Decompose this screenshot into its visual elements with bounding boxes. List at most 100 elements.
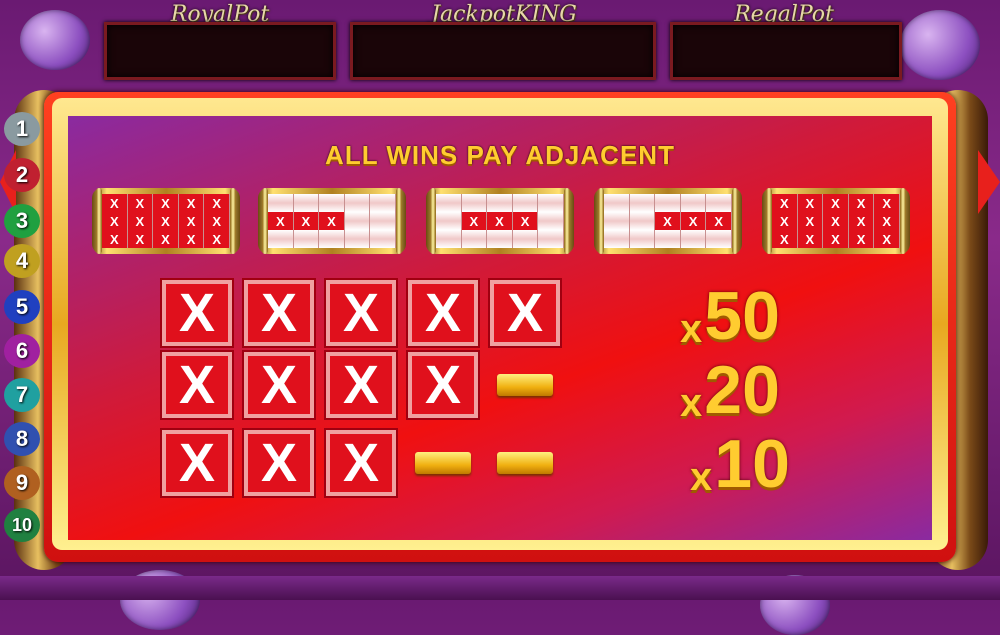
reel-row: XXXXX <box>102 212 230 230</box>
reel-row <box>436 230 564 248</box>
reel-x-symbol: X <box>680 212 707 230</box>
reel-blank-cell <box>629 194 656 212</box>
reel-blank-cell <box>344 230 371 248</box>
reel-x-symbol: X <box>706 212 732 230</box>
reel-cap <box>900 188 906 254</box>
x-symbol: X <box>406 350 480 420</box>
reel-x-symbol: X <box>127 230 154 248</box>
reel-x-symbol: X <box>797 212 824 230</box>
reel-x-symbol: X <box>797 230 824 248</box>
reel-x-symbol: X <box>848 212 875 230</box>
x-symbol: X <box>324 428 398 498</box>
multiplier-prefix: x <box>680 381 703 425</box>
reel-x-symbol: X <box>178 194 205 212</box>
reel-x-symbol: X <box>204 194 230 212</box>
multiplier-value: 50 <box>704 278 780 354</box>
reel-blank-cell <box>344 212 371 230</box>
reel-blank-cell <box>268 194 294 212</box>
reel-row: XXXXX <box>772 230 900 248</box>
x-symbol: X <box>324 350 398 420</box>
payline-number: 8 <box>4 422 40 456</box>
reel-blank-cell <box>629 212 656 230</box>
reel-cap <box>564 188 570 254</box>
reel-window: XXX <box>436 194 564 248</box>
reel-x-symbol: X <box>268 212 294 230</box>
payline-number: 3 <box>4 204 40 238</box>
reel-row: XXX <box>436 212 564 230</box>
reel-x-symbol: X <box>772 230 798 248</box>
reel-row: XXXXX <box>772 212 900 230</box>
x-symbol: X <box>242 350 316 420</box>
blank-dash-symbol <box>497 374 553 396</box>
bottom-coin-strip <box>0 576 1000 600</box>
x-symbol: X <box>324 278 398 348</box>
reel-window: XXXXXXXXXXXXXXX <box>772 194 900 248</box>
reel-cap <box>766 188 772 254</box>
reel-x-symbol: X <box>772 212 798 230</box>
payline-number: 4 <box>4 244 40 278</box>
multiplier-row-1: x 50 <box>680 276 850 352</box>
reel-x-symbol: X <box>178 212 205 230</box>
reel-x-symbol: X <box>823 212 849 230</box>
reel-blank-cell <box>293 194 320 212</box>
reel-x-symbol: X <box>797 194 824 212</box>
reel-blank-cell <box>538 212 564 230</box>
reel-blank-cell <box>319 194 345 212</box>
reel-blank-cell <box>655 194 681 212</box>
reel-row: XXXXX <box>772 194 900 212</box>
reel-x-symbol: X <box>461 212 488 230</box>
x-symbol: X <box>160 278 234 348</box>
example-reel: XXX <box>594 188 742 254</box>
reel-blank-cell <box>706 230 732 248</box>
reel-blank-cell <box>512 230 539 248</box>
reel-x-symbol: X <box>127 212 154 230</box>
reel-cap <box>732 188 738 254</box>
reel-blank-cell <box>604 212 630 230</box>
reel-blank-cell <box>370 230 396 248</box>
payline-number: 6 <box>4 334 40 368</box>
reel-x-symbol: X <box>848 230 875 248</box>
reel-x-symbol: X <box>823 230 849 248</box>
reel-blank-cell <box>629 230 656 248</box>
reel-row: XXXXX <box>102 194 230 212</box>
x-symbol: X <box>406 278 480 348</box>
blank-dash-symbol <box>415 452 471 474</box>
reel-row <box>268 194 396 212</box>
payline-number: 9 <box>4 466 40 500</box>
reel-cap <box>230 188 236 254</box>
jackpot-value-regalpot <box>670 22 902 80</box>
reel-x-symbol: X <box>512 212 539 230</box>
reel-x-symbol: X <box>874 194 900 212</box>
reel-cap <box>396 188 402 254</box>
multiplier-prefix: x <box>690 455 713 499</box>
reel-window: XXX <box>604 194 732 248</box>
multiplier-value: 10 <box>714 426 790 502</box>
blank-dash-symbol <box>497 452 553 474</box>
reel-x-symbol: X <box>153 194 179 212</box>
reel-blank-cell <box>604 230 630 248</box>
reel-blank-cell <box>461 230 488 248</box>
reel-row <box>604 194 732 212</box>
reel-window: XXX <box>268 194 396 248</box>
reel-blank-cell <box>487 230 513 248</box>
reel-x-symbol: X <box>127 194 154 212</box>
example-reel: XXXXXXXXXXXXXXX <box>92 188 240 254</box>
jackpot-value-royalpot <box>104 22 336 80</box>
reel-blank-cell <box>436 212 462 230</box>
reel-x-symbol: X <box>874 212 900 230</box>
reel-row <box>436 194 564 212</box>
reel-blank-cell <box>512 194 539 212</box>
reel-x-symbol: X <box>655 212 681 230</box>
reel-blank-cell <box>344 194 371 212</box>
example-reel: XXX <box>258 188 406 254</box>
payline-number: 7 <box>4 378 40 412</box>
reel-cap <box>430 188 436 254</box>
reel-row: XXX <box>604 212 732 230</box>
reel-cap <box>96 188 102 254</box>
reel-blank-cell <box>370 212 396 230</box>
reel-x-symbol: X <box>153 230 179 248</box>
x-symbol: X <box>160 428 234 498</box>
reel-blank-cell <box>680 194 707 212</box>
example-reel: XXXXXXXXXXXXXXX <box>762 188 910 254</box>
reel-blank-cell <box>538 230 564 248</box>
